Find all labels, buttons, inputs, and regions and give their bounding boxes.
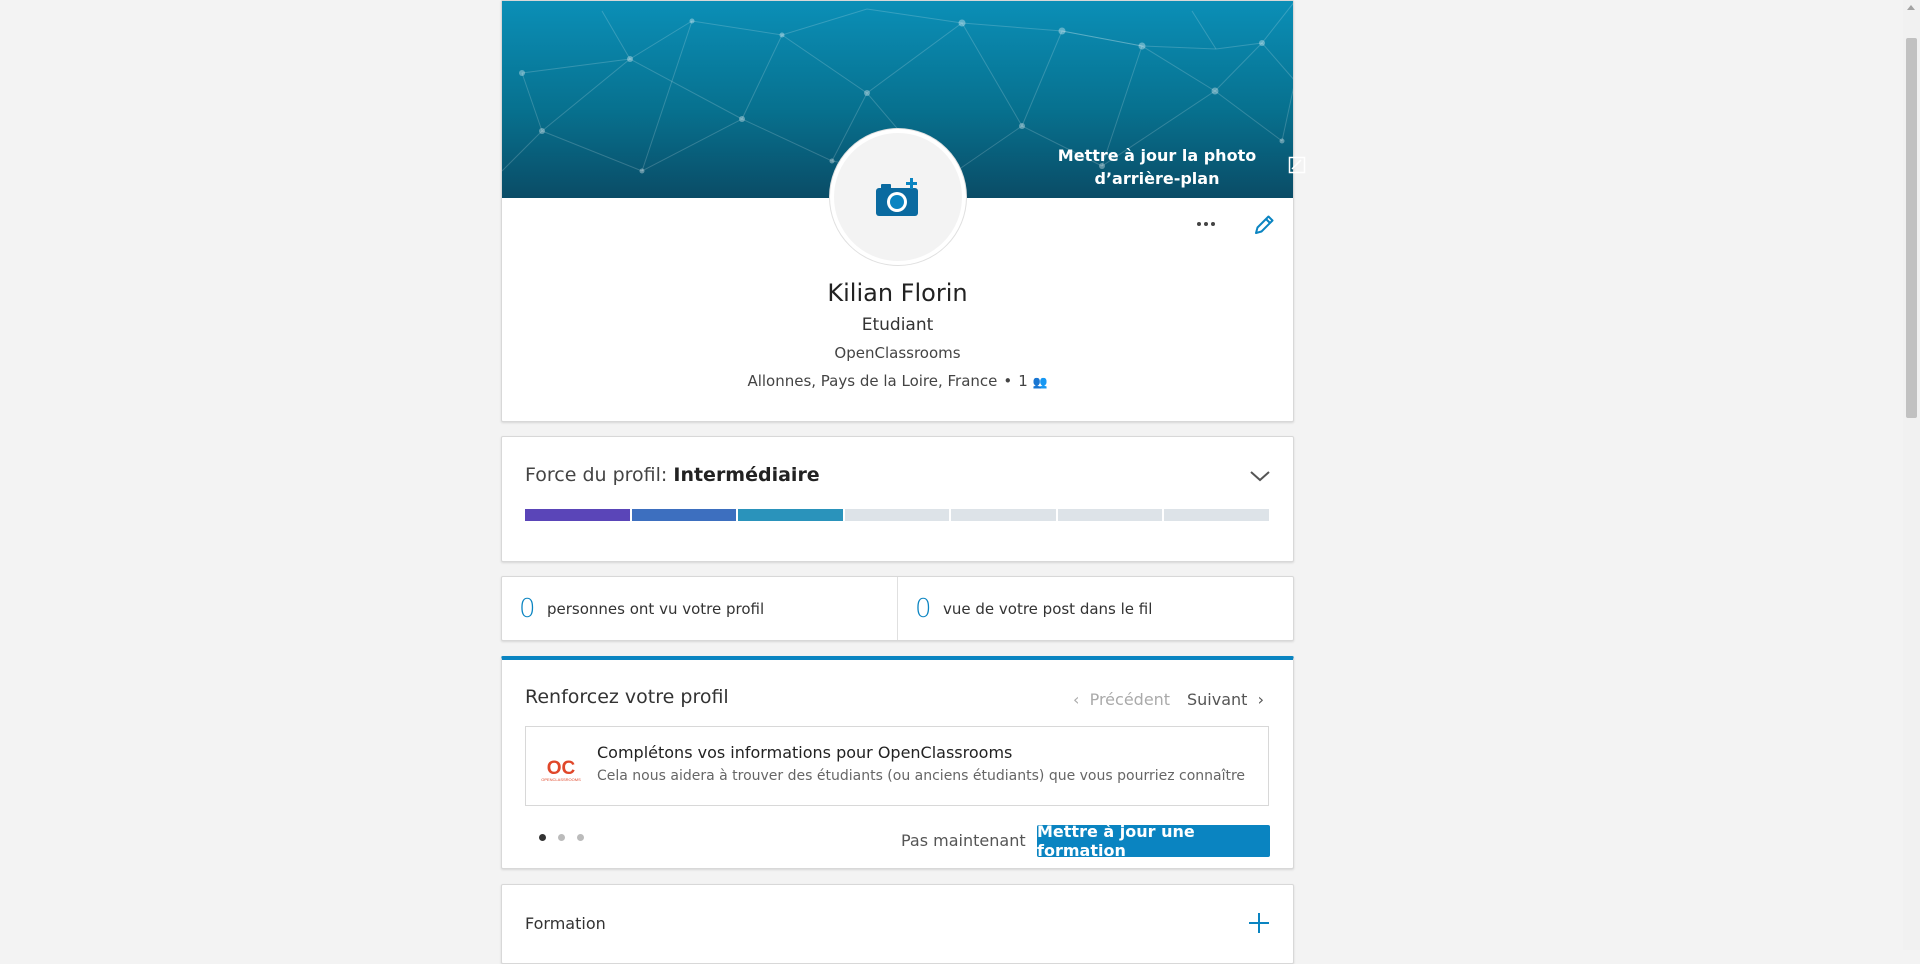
profile-top-card: Mettre à jour la photo d’arrière-plan Ki…	[501, 0, 1306, 422]
profile-strength-label: Force du profil:	[525, 464, 668, 486]
next-label: Suivant	[1187, 690, 1248, 709]
update-banner-photo-button[interactable]: Mettre à jour la photo d’arrière-plan	[1039, 144, 1275, 190]
camera-add-icon	[876, 178, 918, 216]
strength-segment	[1164, 509, 1270, 521]
scrollbar-thumb[interactable]	[1906, 38, 1917, 418]
education-title: Formation	[525, 914, 606, 933]
profile-views-stat[interactable]: 0 personnes ont vu votre profil	[502, 577, 897, 640]
post-views-label: vue de votre post dans le fil	[943, 599, 1153, 618]
strength-segment	[738, 509, 843, 521]
chevron-down-icon[interactable]	[1249, 469, 1271, 483]
profile-location-line: Allonnes, Pays de la Loire, France • 1 👥	[747, 372, 1048, 390]
svg-text:OPENCLASSROOMS: OPENCLASSROOMS	[541, 777, 581, 782]
update-education-button[interactable]: Mettre à jour une formation	[1037, 822, 1270, 860]
education-card: Formation	[501, 884, 1294, 964]
profile-company[interactable]: OpenClassrooms	[502, 344, 1293, 362]
carousel-dot[interactable]	[577, 834, 584, 841]
post-views-stat[interactable]: 0 vue de votre post dans le fil	[897, 577, 1293, 640]
more-button[interactable]	[1191, 214, 1221, 234]
carousel-dot[interactable]	[539, 834, 546, 841]
carousel-dot[interactable]	[558, 834, 565, 841]
strength-segment	[951, 509, 1056, 521]
previous-label: Précédent	[1089, 690, 1171, 709]
profile-strength-level: Intermédiaire	[673, 464, 820, 486]
profile-strength-title: Force du profil: Intermédiaire	[525, 464, 820, 486]
strengthen-profile-title: Renforcez votre profil	[525, 686, 729, 708]
profile-location: Allonnes, Pays de la Loire, France	[747, 372, 998, 390]
people-icon: 👥	[1032, 375, 1048, 389]
profile-views-count: 0	[519, 593, 536, 624]
profile-strength-card: Force du profil: Intermédiaire	[501, 436, 1294, 562]
profile-strength-meter	[525, 509, 1270, 521]
strength-segment	[631, 509, 737, 521]
suggestion-title: Complétons vos informations pour OpenCla…	[597, 743, 1013, 762]
suggestion-card: OC OPENCLASSROOMS Complétons vos informa…	[525, 726, 1269, 806]
scroll-up-icon[interactable]	[1907, 5, 1915, 10]
svg-text:OC: OC	[547, 758, 576, 779]
image-edit-icon[interactable]	[1288, 156, 1306, 174]
profile-name: Kilian Florin	[827, 279, 968, 307]
profile-column: Mettre à jour la photo d’arrière-plan Ki…	[501, 0, 1306, 964]
strength-segment	[1057, 509, 1163, 521]
connections-count[interactable]: 1	[1018, 372, 1028, 390]
more-icon	[1197, 222, 1201, 226]
plus-icon[interactable]	[1247, 911, 1271, 935]
profile-stats-card: 0 personnes ont vu votre profil 0 vue de…	[501, 576, 1294, 641]
post-views-count: 0	[915, 593, 932, 624]
openclassrooms-logo: OC OPENCLASSROOMS	[541, 758, 581, 782]
pencil-icon[interactable]	[1251, 212, 1277, 238]
strength-segment	[844, 509, 950, 521]
not-now-button[interactable]: Pas maintenant	[901, 831, 1026, 850]
next-button[interactable]: Suivant ›	[1187, 690, 1264, 709]
previous-button[interactable]: ‹ Précédent	[1073, 690, 1170, 709]
strengthen-profile-card: Renforcez votre profil ‹ Précédent Suiva…	[501, 656, 1294, 869]
suggestion-subtitle: Cela nous aidera à trouver des étudiants…	[597, 768, 1246, 784]
carousel-dots	[539, 834, 584, 841]
profile-views-label: personnes ont vu votre profil	[547, 599, 765, 618]
page-scrollbar[interactable]	[1903, 0, 1920, 950]
strength-segment	[525, 509, 630, 521]
profile-headline: Etudiant	[861, 315, 934, 335]
avatar[interactable]	[830, 129, 966, 265]
